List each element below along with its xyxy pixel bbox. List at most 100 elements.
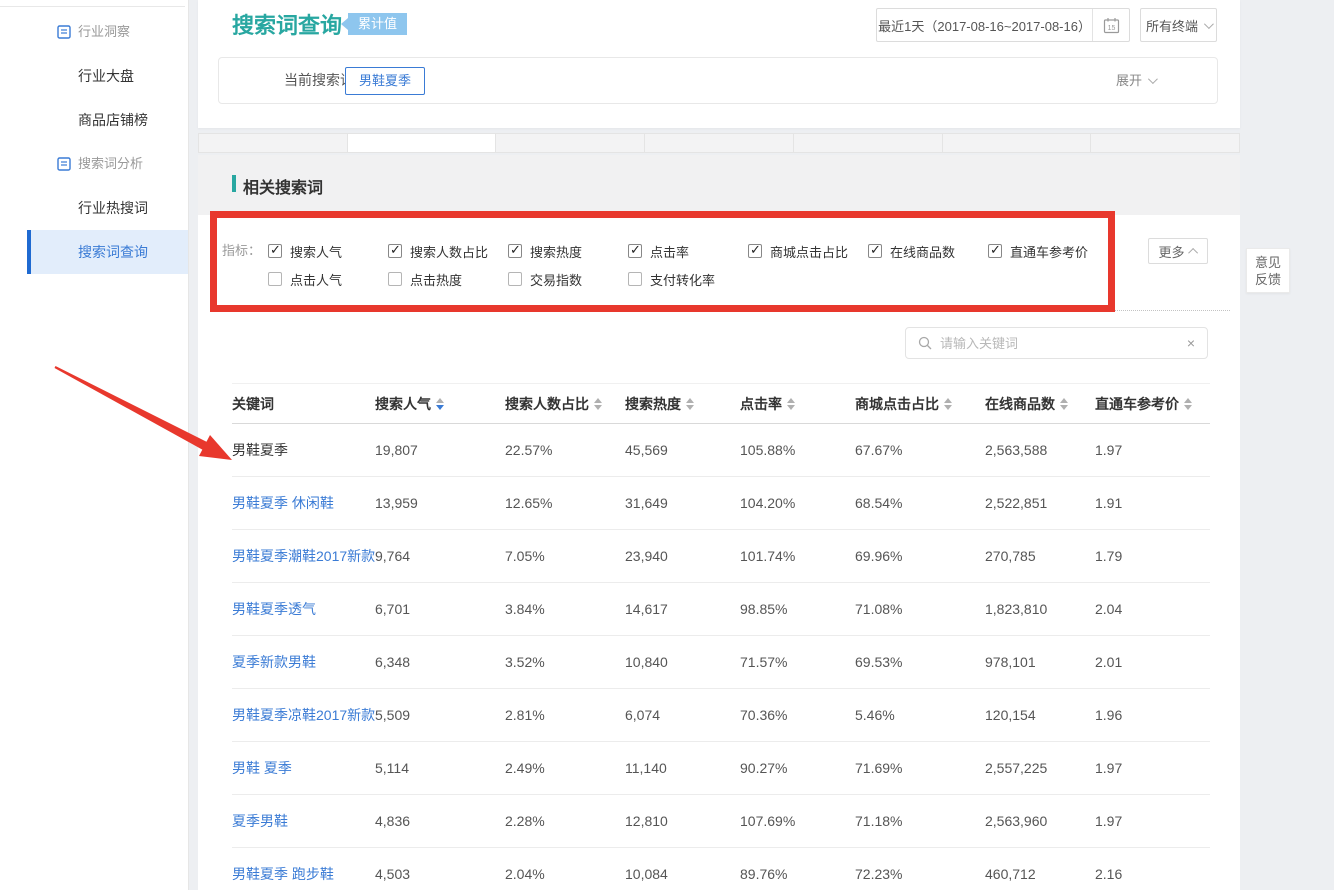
cell-search-popularity: 19,807 <box>375 442 505 458</box>
cell-mall-click-share: 71.18% <box>855 813 985 829</box>
sort-down-arrow <box>686 405 694 410</box>
checkbox-icon <box>268 272 282 286</box>
cell-mall-click-share: 72.23% <box>855 866 985 882</box>
metric-checkbox-label: 在线商品数 <box>890 242 955 261</box>
date-range-value[interactable]: 最近1天（2017-08-16~2017-08-16） <box>877 9 1093 41</box>
sort-up-arrow <box>686 398 694 403</box>
metric-checkbox[interactable]: 点击人气 <box>268 267 388 291</box>
sidebar-item-industry-hot-words[interactable]: 行业热搜词 <box>0 186 188 230</box>
cell-searcher-share: 22.57% <box>505 442 625 458</box>
column-header-label: 搜索人数占比 <box>505 394 589 414</box>
table-column-header[interactable]: 在线商品数 <box>985 394 1095 414</box>
calendar-button[interactable]: 15 <box>1093 9 1129 41</box>
metric-checkbox-label: 搜索热度 <box>530 242 582 261</box>
metric-checkbox[interactable]: 点击率 <box>628 239 748 263</box>
current-searchterm-bar: 当前搜索词： 男鞋夏季 展开 <box>218 57 1218 104</box>
tab-segment[interactable] <box>644 133 794 153</box>
table-row: 夏季新款男鞋 6,348 3.52% 10,840 71.57% 69.53% … <box>232 636 1210 689</box>
expand-toggle[interactable]: 展开 <box>1116 58 1155 103</box>
sort-down-arrow <box>436 405 444 410</box>
table-column-header[interactable]: 关键词 <box>232 394 375 414</box>
metric-checkbox[interactable]: 搜索热度 <box>508 239 628 263</box>
checkbox-icon <box>988 244 1002 258</box>
sidebar-item-product-shop-rank[interactable]: 商品店铺榜 <box>0 98 188 142</box>
sort-up-arrow <box>944 398 952 403</box>
keyword-link[interactable]: 夏季男鞋 <box>232 811 375 831</box>
feedback-button[interactable]: 意见 反馈 <box>1246 248 1290 293</box>
cell-click-rate: 71.57% <box>740 654 855 670</box>
metrics-label: 指标： <box>222 239 261 263</box>
sort-up-arrow <box>1184 398 1192 403</box>
metric-checkbox-label: 支付转化率 <box>650 270 715 289</box>
cell-online-items: 270,785 <box>985 548 1095 564</box>
metric-checkbox[interactable]: 商城点击占比 <box>748 239 868 263</box>
keyword-link[interactable]: 男鞋夏季 跑步鞋 <box>232 864 375 884</box>
table-column-header[interactable]: 直通车参考价 <box>1095 394 1210 414</box>
cell-search-heat: 12,810 <box>625 813 740 829</box>
table-column-header[interactable]: 搜索人数占比 <box>505 394 625 414</box>
metrics-row-1: 搜索人气 搜索人数占比 搜索热度 点击率 商城点击占比 在线商品数 直通车参考价 <box>268 239 1108 263</box>
metrics-row-2: 点击人气 点击热度 交易指数 支付转化率 <box>268 267 748 291</box>
table-column-header[interactable]: 搜索人气 <box>375 394 505 414</box>
metric-checkbox[interactable]: 搜索人数占比 <box>388 239 508 263</box>
keyword-link[interactable]: 男鞋夏季 休闲鞋 <box>232 493 375 513</box>
tab-segment[interactable] <box>793 133 943 153</box>
sidebar-menu: 行业洞察 行业大盘 商品店铺榜 搜索词分析 行业热搜词 搜索词查询 <box>0 10 188 274</box>
more-button[interactable]: 更多 <box>1148 238 1208 264</box>
terminal-select[interactable]: 所有终端 <box>1140 8 1217 42</box>
table-column-header[interactable]: 点击率 <box>740 394 855 414</box>
tab-segment-active[interactable] <box>347 133 497 153</box>
current-keyword-chip[interactable]: 男鞋夏季 <box>345 67 425 95</box>
feedback-line1: 意见 <box>1255 254 1281 271</box>
cell-online-items: 120,154 <box>985 707 1095 723</box>
metric-checkbox-label: 商城点击占比 <box>770 242 848 261</box>
clear-icon[interactable]: × <box>1187 335 1195 351</box>
sidebar-group-industry-insight[interactable]: 行业洞察 <box>0 10 188 54</box>
related-searchwords-card: 相关搜索词 指标： 搜索人气 搜索人数占比 搜索热度 点击率 商城点击占比 <box>198 155 1240 890</box>
dotted-divider <box>218 310 1230 311</box>
keyword-link[interactable]: 夏季新款男鞋 <box>232 652 375 672</box>
metric-checkbox[interactable]: 交易指数 <box>508 267 628 291</box>
keyword-search-box: × <box>905 327 1208 359</box>
sort-icon <box>594 398 602 410</box>
keyword-link[interactable]: 男鞋夏季透气 <box>232 599 375 619</box>
cell-online-items: 2,563,588 <box>985 442 1095 458</box>
checkbox-icon <box>868 244 882 258</box>
sort-up-arrow <box>594 398 602 403</box>
cell-search-popularity: 13,959 <box>375 495 505 511</box>
tab-segment[interactable] <box>495 133 645 153</box>
cell-ztc-ref-price: 2.04 <box>1095 601 1210 617</box>
calendar-icon: 15 <box>1103 17 1120 34</box>
table-column-header[interactable]: 搜索热度 <box>625 394 740 414</box>
feedback-line2: 反馈 <box>1255 271 1281 288</box>
sidebar-item-searchword-query[interactable]: 搜索词查询 <box>27 230 188 274</box>
sort-up-arrow <box>436 398 444 403</box>
cell-search-heat: 23,940 <box>625 548 740 564</box>
tab-segment[interactable] <box>1090 133 1240 153</box>
tab-segment[interactable] <box>198 133 348 153</box>
column-header-label: 点击率 <box>740 394 782 414</box>
metric-checkbox[interactable]: 支付转化率 <box>628 267 748 291</box>
cell-ztc-ref-price: 1.96 <box>1095 707 1210 723</box>
cell-search-heat: 11,140 <box>625 760 740 776</box>
keyword-link[interactable]: 男鞋 夏季 <box>232 758 375 778</box>
cell-search-popularity: 9,764 <box>375 548 505 564</box>
cell-online-items: 1,823,810 <box>985 601 1095 617</box>
cell-ztc-ref-price: 1.91 <box>1095 495 1210 511</box>
metric-checkbox[interactable]: 点击热度 <box>388 267 508 291</box>
sidebar-item-industry-market[interactable]: 行业大盘 <box>0 54 188 98</box>
tab-segment[interactable] <box>942 133 1092 153</box>
keyword-link[interactable]: 男鞋夏季凉鞋2017新款 <box>232 705 375 725</box>
sidebar-group-searchword-analysis[interactable]: 搜索词分析 <box>0 142 188 186</box>
cell-search-popularity: 6,701 <box>375 601 505 617</box>
cell-ztc-ref-price: 2.16 <box>1095 866 1210 882</box>
sort-down-arrow <box>944 405 952 410</box>
keyword-link[interactable]: 男鞋夏季 <box>232 440 375 460</box>
keyword-search-input[interactable] <box>940 336 1179 351</box>
metric-checkbox[interactable]: 直通车参考价 <box>988 239 1108 263</box>
metric-checkbox[interactable]: 在线商品数 <box>868 239 988 263</box>
sort-icon <box>686 398 694 410</box>
keyword-link[interactable]: 男鞋夏季潮鞋2017新款 <box>232 546 375 566</box>
table-column-header[interactable]: 商城点击占比 <box>855 394 985 414</box>
metric-checkbox[interactable]: 搜索人气 <box>268 239 388 263</box>
